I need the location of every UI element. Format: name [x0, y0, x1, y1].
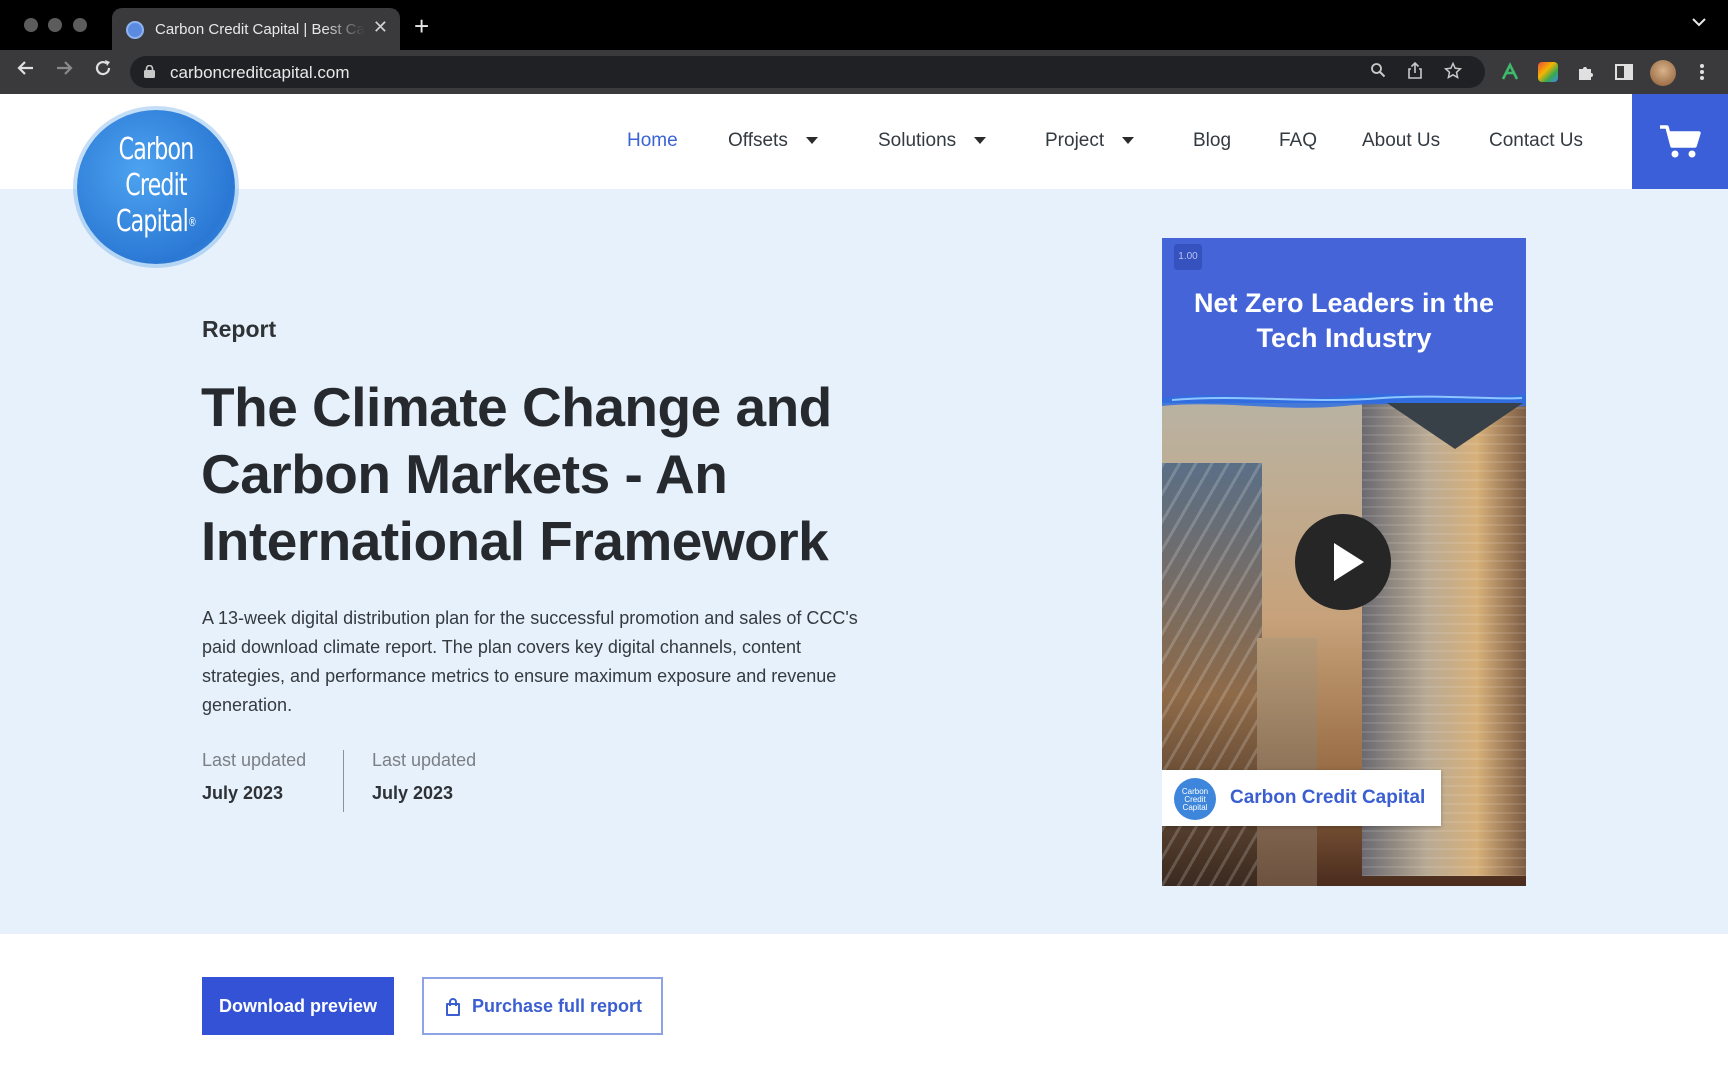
window-close-dot[interactable]: [24, 18, 38, 32]
brand-name: Carbon Credit Capital: [1230, 787, 1426, 808]
shopping-cart-icon: [1660, 125, 1701, 158]
content-type-label: Report: [202, 316, 277, 342]
extension-color-icon[interactable]: [1538, 62, 1558, 82]
skyscraper-mid-graphic: [1257, 638, 1317, 886]
report-description: A 13-week digital distribution plan for …: [202, 608, 858, 715]
browser-tab-strip: Carbon Credit Capital | Best Carbon Offs…: [0, 0, 1728, 50]
zoom-search-icon[interactable]: [1367, 62, 1389, 83]
url-text[interactable]: carboncreditcapital.com: [170, 63, 350, 83]
bookmark-star-icon[interactable]: [1442, 61, 1464, 85]
window-zoom-dot[interactable]: [73, 18, 87, 32]
page-title: The Climate Change and Carbon Markets - …: [201, 376, 832, 572]
meta-last-updated-1: Last updated July 2023: [202, 750, 306, 804]
site-logo[interactable]: Carbon Credit Capital®: [77, 110, 235, 264]
nav-offsets-label: Offsets: [728, 130, 788, 151]
logo-wordmark: Carbon Credit Capital®: [91, 132, 221, 240]
reload-icon[interactable]: [89, 58, 117, 84]
purchase-label: Purchase full report: [472, 996, 643, 1016]
tab-title: Carbon Credit Capital | Best Carbon Offs…: [155, 21, 365, 38]
meta-label: Last updated: [202, 750, 307, 770]
close-tab-icon[interactable]: ✕: [373, 17, 388, 38]
video-brand-badge: Carbon Credit Capital Carbon Credit Capi…: [1162, 770, 1441, 826]
shopping-bag-icon: [446, 998, 460, 1016]
video-title: Net Zero Leaders in the Tech Industry: [1193, 288, 1495, 353]
lock-icon[interactable]: [144, 65, 155, 78]
meta-value: July 2023: [372, 783, 454, 803]
site-header: [0, 94, 1728, 189]
nav-offsets[interactable]: Offsets: [728, 130, 818, 152]
nav-home[interactable]: Home: [627, 130, 678, 152]
dropdown-caret-icon: [805, 137, 818, 145]
tab-search-chevron-icon[interactable]: [1692, 14, 1706, 32]
nav-solutions-label: Solutions: [878, 130, 957, 151]
window-minimize-dot[interactable]: [48, 18, 62, 32]
site-favicon-icon: [126, 21, 144, 39]
video-title-banner: 1.00 Net Zero Leaders in the Tech Indust…: [1162, 238, 1526, 403]
dropdown-caret-icon: [1122, 137, 1135, 145]
nav-contact[interactable]: Contact Us: [1489, 130, 1583, 152]
meta-last-updated-2: Last updated July 2023: [372, 750, 476, 804]
playback-speed-badge[interactable]: 1.00: [1174, 244, 1202, 270]
extensions-puzzle-icon[interactable]: [1576, 62, 1596, 82]
browser-tab-active[interactable]: Carbon Credit Capital | Best Carbon Offs…: [112, 8, 400, 50]
nav-project[interactable]: Project: [1045, 130, 1135, 152]
video-player[interactable]: 1.00 Net Zero Leaders in the Tech Indust…: [1162, 238, 1526, 886]
dropdown-caret-icon: [974, 137, 987, 145]
side-panel-icon[interactable]: [1614, 62, 1634, 82]
logo-line-1: Carbon: [118, 132, 195, 167]
registered-mark: ®: [187, 215, 197, 229]
play-icon: [1334, 543, 1364, 581]
nav-solutions[interactable]: Solutions: [878, 130, 987, 152]
download-preview-button[interactable]: Download preview: [202, 977, 394, 1035]
share-icon[interactable]: [1404, 61, 1426, 85]
cart-button[interactable]: [1632, 94, 1728, 189]
back-arrow-icon[interactable]: [12, 58, 40, 84]
new-tab-button[interactable]: +: [414, 11, 429, 42]
meta-label: Last updated: [372, 750, 477, 770]
extension-leaf-icon[interactable]: [1500, 62, 1520, 82]
purchase-full-report-button[interactable]: Purchase full report: [422, 977, 663, 1035]
logo-line-3: Capital: [116, 204, 189, 239]
brand-logo-icon: Carbon Credit Capital: [1174, 778, 1216, 820]
browser-toolbar: carboncreditcapital.com: [0, 50, 1728, 94]
tower-crown-graphic: [1387, 403, 1523, 449]
address-bar[interactable]: carboncreditcapital.com: [130, 56, 1485, 88]
logo-line-2: Credit: [125, 168, 187, 203]
nav-faq[interactable]: FAQ: [1279, 130, 1317, 152]
profile-avatar-icon[interactable]: [1650, 60, 1676, 86]
meta-value: July 2023: [202, 783, 284, 803]
forward-arrow-icon[interactable]: [50, 58, 78, 84]
browser-menu-icon[interactable]: [1692, 62, 1712, 82]
play-button[interactable]: [1295, 514, 1391, 610]
nav-project-label: Project: [1045, 130, 1105, 151]
nav-about[interactable]: About Us: [1362, 130, 1440, 152]
meta-divider: [343, 750, 344, 812]
nav-blog[interactable]: Blog: [1193, 130, 1231, 152]
